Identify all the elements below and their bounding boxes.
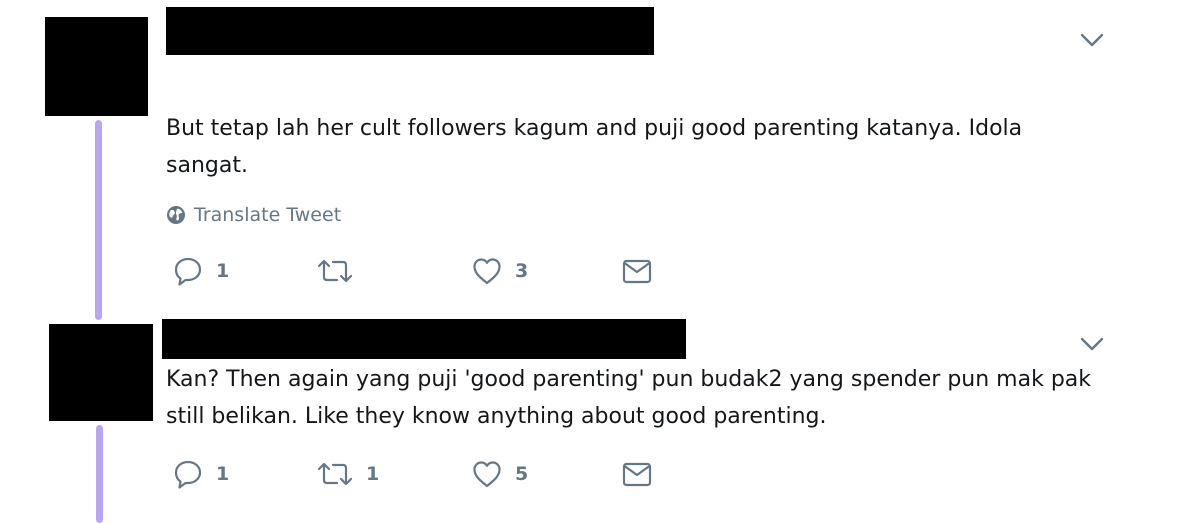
avatar[interactable] (45, 17, 148, 116)
retweet-button[interactable] (316, 255, 366, 287)
reply-icon (174, 257, 202, 286)
tweet-actions: 1 3 (0, 255, 1177, 287)
avatar[interactable] (49, 324, 153, 421)
like-button[interactable]: 5 (471, 458, 528, 490)
retweet-icon (317, 462, 353, 486)
tweet-actions: 1 1 5 (0, 458, 1177, 490)
direct-message-button[interactable] (622, 458, 652, 490)
envelope-icon (622, 462, 652, 487)
reply-button[interactable]: 1 (172, 255, 229, 287)
globe-icon (167, 206, 185, 224)
reply-button[interactable]: 1 (172, 458, 229, 490)
tweet-1[interactable]: But tetap lah her cult followers kagum a… (0, 0, 1177, 320)
thread-line (95, 120, 102, 320)
retweet-button[interactable]: 1 (316, 458, 379, 490)
chevron-down-icon[interactable] (1079, 335, 1105, 353)
retweet-count: 1 (366, 463, 380, 485)
redacted-user-header (166, 7, 654, 55)
chevron-down-icon[interactable] (1079, 31, 1105, 49)
like-count: 3 (515, 260, 529, 282)
direct-message-button[interactable] (622, 255, 652, 287)
tweet-text: Kan? Then again yang puji 'good parentin… (166, 367, 1092, 429)
like-button[interactable]: 3 (471, 255, 528, 287)
heart-icon (473, 258, 501, 285)
reply-icon (174, 460, 202, 489)
like-count: 5 (515, 463, 529, 485)
retweet-icon (317, 259, 353, 283)
translate-tweet-link[interactable]: Translate Tweet (166, 201, 341, 229)
tweet-text: But tetap lah her cult followers kagum a… (166, 116, 1023, 178)
redacted-user-header (162, 319, 686, 359)
envelope-icon (622, 259, 652, 284)
translate-label: Translate Tweet (194, 204, 342, 226)
reply-count: 1 (216, 260, 230, 282)
reply-count: 1 (216, 463, 230, 485)
heart-icon (473, 461, 501, 488)
